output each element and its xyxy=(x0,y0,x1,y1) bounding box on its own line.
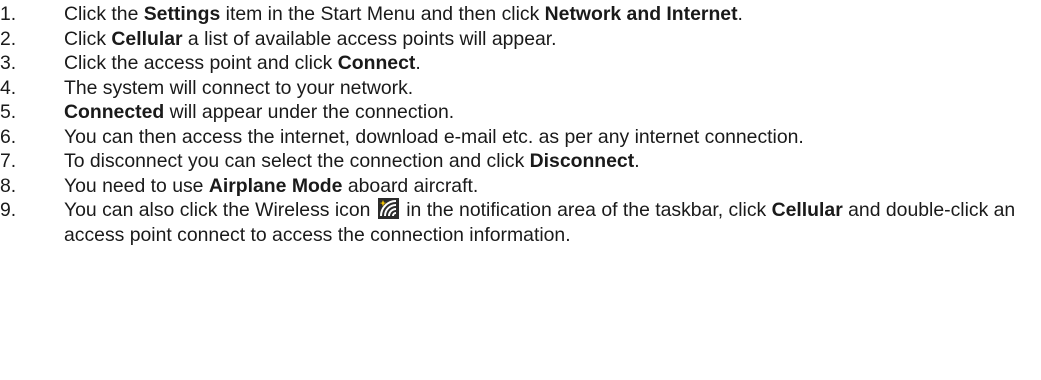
step-text: will appear under the connection. xyxy=(164,101,455,123)
airplane-mode-term: Airplane Mode xyxy=(208,174,343,197)
step-9: 9. You can also click the Wireless icon … xyxy=(0,198,1041,247)
step-text: You need to use xyxy=(64,174,209,197)
cellular-term: Cellular xyxy=(771,199,843,221)
connect-term: Connect xyxy=(337,52,416,74)
step-text: You can then access the internet, downlo… xyxy=(64,125,804,148)
instructions-page: 1. Click the Settings item in the Start … xyxy=(0,0,1041,380)
step-3: 3. Click the access point and click Conn… xyxy=(0,51,1041,76)
step-text: To disconnect you can select the connect… xyxy=(64,150,530,172)
wireless-icon xyxy=(377,198,399,219)
step-2: 2. Click Cellular a list of available ac… xyxy=(0,27,1041,52)
step-5: 5. Connected will appear under the conne… xyxy=(0,100,1041,125)
step-6: 6. You can then access the internet, dow… xyxy=(0,125,1041,150)
step-number: 1. xyxy=(0,3,17,25)
step-text: Click xyxy=(64,27,112,50)
step-text: aboard aircraft. xyxy=(342,174,479,197)
settings-term: Settings xyxy=(143,3,221,25)
step-text: in the notification area of the taskbar,… xyxy=(400,199,772,221)
step-text: Click the access point and click xyxy=(64,52,338,74)
step-number: 8. xyxy=(0,174,17,197)
network-and-internet-term: Network and Internet xyxy=(544,3,738,25)
step-text: . xyxy=(634,150,640,172)
step-text: . xyxy=(415,52,421,74)
step-1: 1. Click the Settings item in the Start … xyxy=(0,2,1041,27)
step-number: 7. xyxy=(0,150,17,172)
step-number: 3. xyxy=(0,52,17,74)
connected-term: Connected xyxy=(64,101,165,123)
step-text: . xyxy=(737,3,743,25)
disconnect-term: Disconnect xyxy=(529,150,635,172)
step-text: Click the xyxy=(64,3,144,25)
step-4: 4. The system will connect to your netwo… xyxy=(0,76,1041,101)
step-text: item in the Start Menu and then click xyxy=(220,3,545,25)
cellular-term: Cellular xyxy=(111,27,183,50)
step-number: 2. xyxy=(0,27,17,50)
step-number: 5. xyxy=(0,101,17,123)
step-number: 4. xyxy=(0,76,17,99)
step-text: The system will connect to your network. xyxy=(64,76,414,99)
step-8: 8. You need to use Airplane Mode aboard … xyxy=(0,174,1041,199)
step-text: a list of available access points will a… xyxy=(182,27,557,50)
step-number: 9. xyxy=(0,199,17,221)
step-text: You can also click the Wireless icon xyxy=(64,199,376,221)
steps-list: 1. Click the Settings item in the Start … xyxy=(0,2,1041,247)
step-number: 6. xyxy=(0,125,17,148)
step-7: 7. To disconnect you can select the conn… xyxy=(0,149,1041,174)
